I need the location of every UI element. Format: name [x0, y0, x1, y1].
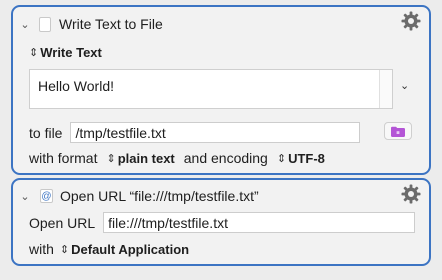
url-field[interactable]: file:///tmp/testfile.txt: [103, 212, 416, 233]
format-row: with format ⇕ plain text and encoding ⇕ …: [29, 150, 325, 166]
updown-chevron-icon: ⇕: [29, 47, 38, 59]
action-header: ⌄ @ Open URL “file:///tmp/testfile.txt”: [19, 188, 259, 204]
format-popup[interactable]: ⇕ plain text: [106, 151, 174, 166]
open-url-label: Open URL: [29, 214, 96, 231]
to-file-row: to file /tmp/testfile.txt: [29, 122, 361, 143]
disclosure-chevron-icon[interactable]: ⌄: [19, 18, 31, 31]
file-path-field[interactable]: /tmp/testfile.txt: [70, 122, 361, 143]
open-url-action[interactable]: ⌄ @ Open URL “file:///tmp/testfile.txt” …: [11, 178, 431, 266]
action-title: Open URL “file:///tmp/testfile.txt”: [60, 188, 259, 204]
gear-icon[interactable]: [401, 11, 421, 31]
url-icon: @: [40, 189, 53, 203]
updown-chevron-icon: ⇕: [276, 152, 286, 165]
updown-chevron-icon: ⇕: [59, 243, 69, 256]
action-header: ⌄ Write Text to File: [19, 16, 163, 32]
action-title: Write Text to File: [59, 16, 163, 32]
disclosure-chevron-icon[interactable]: ⌄: [19, 190, 31, 203]
text-area-scrollbar[interactable]: [379, 70, 392, 108]
with-label: with: [29, 241, 54, 257]
expand-chevron-icon[interactable]: ⌄: [400, 79, 409, 92]
write-mode-value: Write Text: [40, 45, 102, 60]
application-popup[interactable]: ⇕ Default Application: [60, 242, 189, 257]
with-format-label: with format: [29, 150, 98, 166]
application-value: Default Application: [71, 241, 190, 257]
encoding-value: UTF-8: [288, 150, 325, 166]
url-value: file:///tmp/testfile.txt: [108, 214, 228, 231]
write-text-action[interactable]: ⌄ Write Text to File ⇕ Write Text Hello …: [11, 5, 431, 175]
updown-chevron-icon: ⇕: [106, 152, 115, 165]
file-path-value: /tmp/testfile.txt: [75, 124, 166, 141]
to-file-label: to file: [29, 124, 63, 141]
gear-icon[interactable]: [401, 184, 421, 204]
choose-file-button[interactable]: [384, 122, 412, 140]
open-url-row: Open URL file:///tmp/testfile.txt: [29, 212, 416, 233]
text-content-area[interactable]: Hello World!: [29, 69, 393, 109]
encoding-popup[interactable]: ⇕ UTF-8: [277, 151, 325, 166]
and-encoding-label: and encoding: [183, 150, 268, 166]
doc-icon: [39, 16, 51, 32]
application-row: with ⇕ Default Application: [29, 241, 189, 257]
folder-icon: [391, 126, 405, 137]
text-content-value: Hello World!: [38, 78, 114, 94]
format-value: plain text: [117, 150, 175, 166]
write-mode-popup[interactable]: ⇕ Write Text: [29, 45, 102, 60]
